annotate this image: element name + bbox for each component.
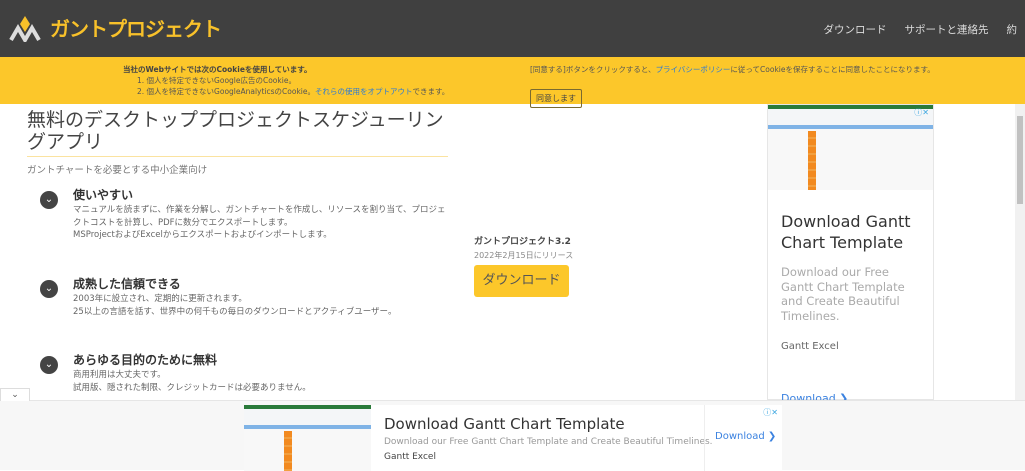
ad-image bbox=[768, 105, 933, 190]
feature-line: MSProjectおよびExcelからエクスポートおよびインポートします。 bbox=[73, 230, 332, 240]
collapse-ad-chevron-icon[interactable]: ⌄ bbox=[0, 388, 30, 401]
logo[interactable]: ガントプロジェクト bbox=[8, 13, 222, 42]
nav-support[interactable]: サポートと連絡先 bbox=[905, 22, 989, 37]
ad-download-link[interactable]: Download ❯ bbox=[715, 431, 776, 442]
feature-line: マニュアルを読まずに、作業を分解し、ガントチャートを作成し、リソースを割り当て、… bbox=[73, 205, 446, 228]
bottom-ad[interactable]: Download Gantt Chart Template Download o… bbox=[244, 405, 782, 471]
scrollbar-thumb[interactable] bbox=[1017, 116, 1023, 204]
consent-suffix: に従ってCookieを保存することに同意したことになります。 bbox=[730, 65, 935, 74]
logo-text: ガントプロジェクト bbox=[50, 17, 222, 41]
feature-heading: 成熟した信頼できる bbox=[73, 277, 181, 291]
nav-download[interactable]: ダウンロード bbox=[824, 22, 887, 37]
release-version: ガントプロジェクト3.2 bbox=[474, 237, 571, 247]
feature-description: 商用利用は大丈夫です。試用版、隠された制限、クレジットカードは必要ありません。 bbox=[73, 369, 453, 394]
ad-close-icon[interactable]: ⓘ✕ bbox=[914, 107, 929, 118]
cookie-heading: 当社のWebサイトでは次のCookieを使用しています。 bbox=[123, 65, 312, 74]
logo-icon bbox=[9, 15, 41, 42]
feature-line: 2003年に設立され、定期的に更新されます。 bbox=[73, 294, 247, 304]
consent-prefix: [同意する]ボタンをクリックすると、 bbox=[530, 65, 656, 74]
opt-out-link[interactable]: それらの使用をオプトアウト bbox=[315, 87, 413, 96]
feature-description: マニュアルを読まずに、作業を分解し、ガントチャートを作成し、リソースを割り当て、… bbox=[73, 204, 453, 242]
page-subtitle: ガントチャートを必要とする中小企業向け bbox=[27, 165, 208, 176]
feature-line: 試用版、隠された制限、クレジットカードは必要ありません。 bbox=[73, 382, 311, 393]
ad-image bbox=[244, 405, 371, 471]
title-divider bbox=[27, 156, 448, 157]
privacy-policy-link[interactable]: プライバシーポリシー bbox=[656, 65, 731, 74]
feature-line: 25以上の言語を話す、世界中の何千もの毎日のダウンロードとアクティブユーザー。 bbox=[73, 306, 397, 317]
header: ガントプロジェクト ダウンロード サポートと連絡先 約 bbox=[0, 0, 1025, 57]
scrollbar[interactable] bbox=[1015, 104, 1025, 400]
page-title: 無料のデスクトッププロジェクトスケジューリングアプリ bbox=[27, 109, 444, 153]
ad-brand: Gantt Excel bbox=[781, 341, 839, 352]
release-info: ガントプロジェクト3.2 2022年2月15日にリリース bbox=[474, 234, 573, 261]
nav-about[interactable]: 約 bbox=[1007, 22, 1018, 37]
feature-heading: あらゆる目的のために無料 bbox=[73, 353, 218, 367]
chevron-down-circle-icon: ⌄ bbox=[40, 356, 58, 374]
feature-description: 2003年に設立され、定期的に更新されます。 25以上の言語を話す、世界中の何千も… bbox=[73, 293, 453, 318]
agree-button[interactable]: 同意します bbox=[530, 89, 582, 108]
ad-brand: Gantt Excel bbox=[384, 452, 436, 462]
release-date: 2022年2月15日にリリース bbox=[474, 251, 574, 260]
ad-divider bbox=[704, 405, 705, 471]
bottom-ad-bar: Download Gantt Chart Template Download o… bbox=[0, 400, 1025, 471]
chevron-down-circle-icon: ⌄ bbox=[40, 191, 58, 209]
chevron-down-circle-icon: ⌄ bbox=[40, 280, 58, 298]
download-button[interactable]: ダウンロード bbox=[474, 265, 569, 297]
cookie-banner: 当社のWebサイトでは次のCookieを使用しています。 1. 個人を特定できな… bbox=[0, 57, 1025, 108]
feature-line: 商用利用は大丈夫です。 bbox=[73, 370, 166, 380]
ad-description: Download our Free Gantt Chart Template a… bbox=[384, 437, 713, 447]
ad-headline[interactable]: Download Gantt Chart Template bbox=[781, 211, 933, 253]
feature-heading: 使いやすい bbox=[73, 188, 134, 202]
ad-headline[interactable]: Download Gantt Chart Template bbox=[384, 415, 625, 433]
cookie-item-1: 1. 個人を特定できないGoogle広告のCookie。 bbox=[137, 76, 296, 85]
cookie-item-2-suffix: できます。 bbox=[412, 87, 450, 96]
ad-description: Download our Free Gantt Chart Template a… bbox=[781, 265, 905, 323]
cookie-consent-text: [同意する]ボタンをクリックすると、プライバシーポリシーに従ってCookieを保… bbox=[530, 64, 935, 75]
side-ad[interactable]: Download Gantt Chart Template Download o… bbox=[767, 104, 934, 405]
cookie-item-2: 2. 個人を特定できないGoogleAnalyticsのCookie。それらの使… bbox=[123, 86, 449, 97]
ad-close-icon[interactable]: ⓘ✕ bbox=[763, 407, 778, 418]
cookie-item-2-text: 2. 個人を特定できないGoogleAnalyticsのCookie。 bbox=[137, 87, 315, 96]
